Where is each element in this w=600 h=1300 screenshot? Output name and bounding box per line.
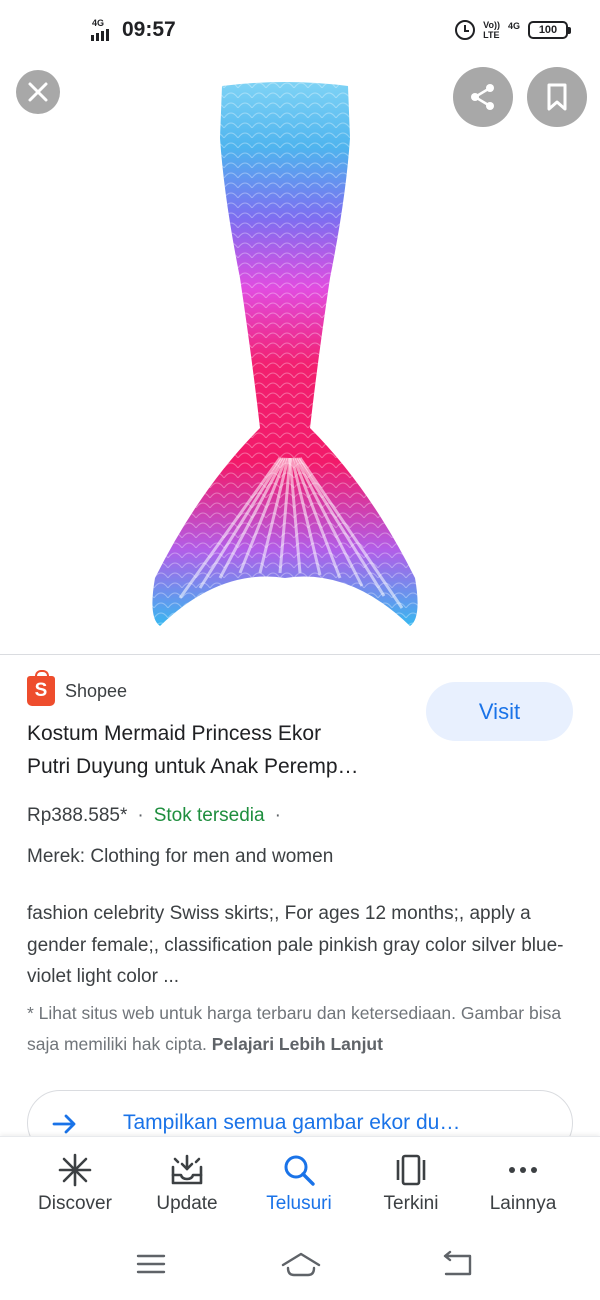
search-icon xyxy=(284,1155,315,1186)
show-all-label: Tampilkan semua gambar ekor du… xyxy=(123,1111,461,1134)
nav-telusuri[interactable]: Telusuri xyxy=(239,1151,359,1215)
nav-discover[interactable]: Discover xyxy=(15,1151,135,1215)
asterisk-icon xyxy=(58,1153,92,1187)
divider xyxy=(0,654,600,655)
battery-icon: 100 xyxy=(528,21,571,39)
image-viewer xyxy=(0,64,600,654)
source-name: Shopee xyxy=(65,680,128,701)
visit-button[interactable]: Visit xyxy=(426,682,573,741)
product-title[interactable]: Kostum Mermaid Princess Ekor Putri Duyun… xyxy=(27,717,417,783)
signal-icon: 4G xyxy=(90,18,116,42)
close-button[interactable] xyxy=(16,70,60,114)
nav-label: Update xyxy=(156,1193,218,1214)
learn-more-link[interactable]: Pelajari Lebih Lanjut xyxy=(212,1034,383,1054)
inbox-icon xyxy=(171,1154,203,1185)
back-icon[interactable] xyxy=(440,1248,474,1280)
close-icon xyxy=(28,82,48,102)
volte-indicator: Vo)) LTE xyxy=(483,20,500,40)
stock-status: Stok tersedia xyxy=(153,805,265,826)
mermaid-tail-image[interactable] xyxy=(140,78,430,638)
nav-label: Telusuri xyxy=(266,1193,332,1214)
system-navigation-bar xyxy=(0,1230,600,1300)
clock: 09:57 xyxy=(122,18,176,41)
share-button[interactable] xyxy=(453,67,513,127)
menu-icon[interactable] xyxy=(135,1248,167,1280)
separator-dot: · xyxy=(274,805,281,826)
share-icon xyxy=(471,84,494,110)
alarm-icon xyxy=(455,20,476,40)
brand-text: Merek: Clothing for men and women xyxy=(27,846,334,867)
home-icon[interactable] xyxy=(280,1248,322,1280)
shopee-logo-icon: S xyxy=(27,670,55,706)
product-description: fashion celebrity Swiss skirts;, For age… xyxy=(27,903,564,987)
nav-label: Terkini xyxy=(383,1193,439,1214)
status-bar: 4G 09:57 Vo)) LTE 4G 100 xyxy=(0,0,600,64)
network-4g-label: 4G xyxy=(507,21,520,31)
price-line: Rp388.585* · Stok tersedia · xyxy=(27,805,281,827)
nav-label: Discover xyxy=(38,1193,112,1214)
bottom-navigation: Discover Update Telusuri Terkini Lainnya xyxy=(0,1136,600,1230)
bookmark-icon xyxy=(547,83,567,111)
more-icon xyxy=(509,1167,537,1173)
nav-terkini[interactable]: Terkini xyxy=(351,1151,471,1215)
separator-dot: · xyxy=(137,805,144,826)
nav-label: Lainnya xyxy=(489,1193,557,1214)
recent-cards-icon xyxy=(396,1154,426,1186)
network-type-label: 4G xyxy=(92,18,105,28)
disclaimer: * Lihat situs web untuk harga terbaru da… xyxy=(27,998,587,1060)
nav-lainnya[interactable]: Lainnya xyxy=(463,1151,583,1215)
bookmark-button[interactable] xyxy=(527,67,587,127)
arrow-right-icon xyxy=(52,1114,76,1134)
source-attribution[interactable]: S Shopee xyxy=(27,670,128,706)
price: Rp388.585* xyxy=(27,805,128,826)
nav-update[interactable]: Update xyxy=(127,1151,247,1215)
